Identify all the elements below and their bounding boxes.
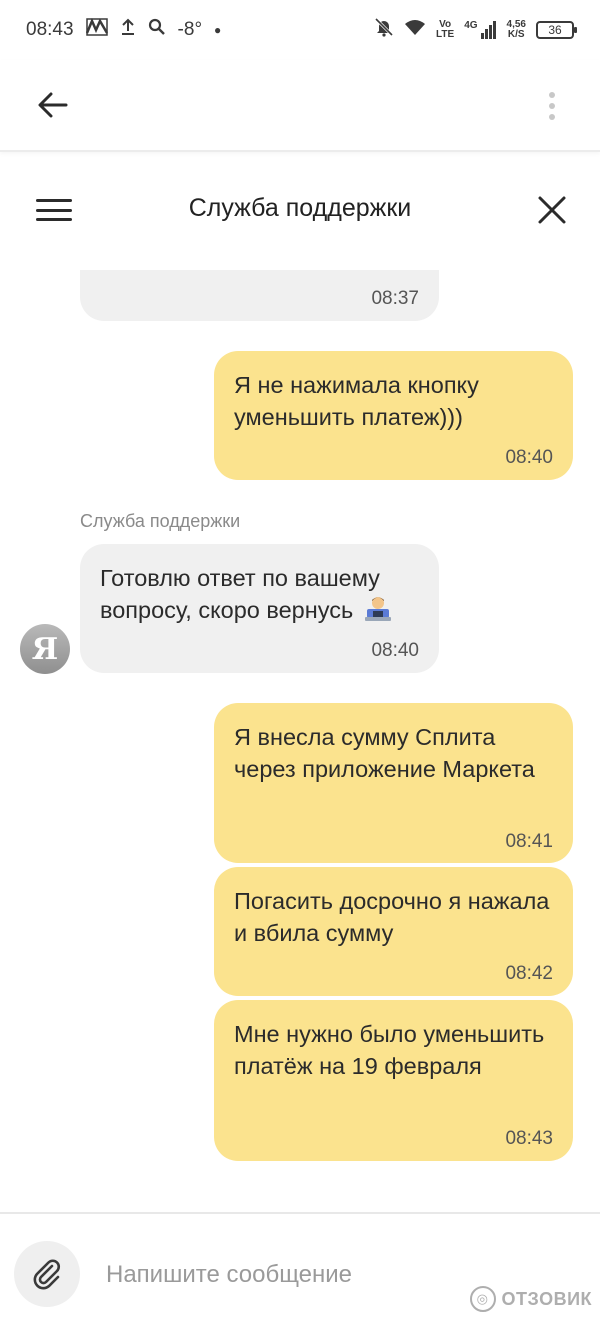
technologist-emoji-icon (364, 597, 391, 621)
message-text: Мне нужно было уменьшить платёж на 19 фе… (234, 1021, 545, 1079)
battery-indicator: 36 (536, 21, 577, 39)
chat-title: Служба поддержки (188, 194, 412, 222)
avatar: Я (20, 624, 70, 674)
paperclip-icon (33, 1259, 60, 1290)
message-time: 08:40 (371, 640, 419, 661)
message-time: 08:41 (505, 831, 553, 852)
signal-icon: 4G (464, 21, 496, 39)
message-bubble-outgoing: Мне нужно было уменьшить платёж на 19 фе… (214, 1000, 573, 1161)
message-text: Я не нажимала кнопку уменьшить платеж))) (234, 372, 479, 430)
sender-name: Служба поддержки (80, 511, 241, 531)
network-speed: 4,56 K/S (506, 19, 526, 40)
otzovik-logo-icon: ◎ (469, 1286, 496, 1312)
arrow-left-icon (38, 92, 68, 118)
muted-bell-icon (374, 17, 394, 43)
close-icon (538, 196, 566, 224)
message-text: Я внесла сумму Сплита через приложение М… (234, 724, 535, 782)
notification-app-icon (85, 17, 108, 42)
message-text: Готовлю ответ по вашему вопросу, скоро в… (100, 565, 380, 623)
message-time: 08:43 (505, 1128, 553, 1149)
status-time: 08:43 (26, 19, 74, 40)
wifi-icon (404, 18, 426, 42)
message-bubble-incoming: 08:37 (80, 270, 439, 321)
search-icon (148, 18, 166, 42)
watermark-text: ОТЗОВИК (501, 1288, 592, 1309)
message-bubble-incoming: Готовлю ответ по вашему вопросу, скоро в… (80, 544, 439, 673)
message-input[interactable] (100, 1250, 430, 1300)
message-time: 08:37 (371, 288, 419, 309)
watermark: ◎ ОТЗОВИК (469, 1286, 592, 1312)
status-bar: 08:43 -8° ● Vo LTE 4G 4,56 K/S 36 (0, 0, 600, 60)
weather-temperature: -8° (177, 19, 203, 40)
chat-header: Служба поддержки (0, 170, 600, 250)
close-button[interactable] (534, 192, 570, 228)
message-bubble-outgoing: Я внесла сумму Сплита через приложение М… (214, 703, 573, 863)
back-button[interactable] (30, 82, 76, 128)
volte-indicator: Vo LTE (436, 19, 455, 40)
message-bubble-outgoing: Я не нажимала кнопку уменьшить платеж)))… (214, 351, 573, 480)
message-composer: ◎ ОТЗОВИК (0, 1212, 600, 1333)
attach-button[interactable] (14, 1241, 80, 1307)
message-time: 08:40 (505, 447, 553, 468)
dot-icon: ● (214, 23, 222, 37)
more-vertical-icon[interactable] (542, 88, 562, 124)
message-text: Погасить досрочно я нажала и вбила сумму (234, 888, 550, 946)
message-time: 08:42 (505, 963, 553, 984)
message-bubble-outgoing: Погасить досрочно я нажала и вбила сумму… (214, 867, 573, 996)
app-bar (0, 60, 600, 152)
upload-icon (120, 18, 136, 42)
